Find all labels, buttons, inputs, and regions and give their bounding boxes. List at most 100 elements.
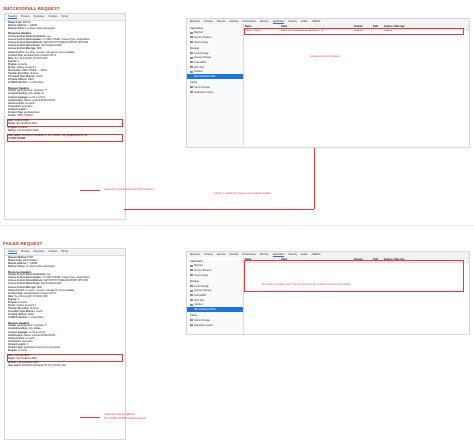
- sidebar-item-application-cache[interactable]: Application Cache: [187, 90, 243, 95]
- tab-response[interactable]: Response: [34, 15, 45, 19]
- header-key: Cache-Control:: [8, 102, 25, 105]
- header-key: Status Code:: [8, 260, 23, 263]
- header-key: Cache-Control:: [8, 289, 25, 292]
- header-value: application/x-www-form-urlencoded: [24, 347, 61, 349]
- header-key: Transfer-Encoding:: [8, 308, 30, 311]
- header-value: en-US,en;q=0.8: [28, 96, 45, 99]
- general-headers-list: Request Method: POST Status Code: 403 For…: [8, 257, 122, 269]
- header-value: ...: [26, 138, 29, 141]
- header-value: [::1]:8080: [27, 263, 38, 266]
- header-value: Tue, 22 Aug 2017 20:44:02 GMT: [14, 295, 48, 298]
- sidebar-item-label: Service Workers: [194, 268, 212, 272]
- tab-headers[interactable]: Headers: [8, 250, 18, 254]
- tab-preview[interactable]: Preview: [21, 250, 30, 254]
- header-value: gzip, deflate, br: [28, 93, 45, 96]
- header-key: Pragma:: [8, 63, 18, 66]
- note-cookie-stored: cookie is stored in browser: [310, 55, 340, 58]
- application-sidebar: Application Manifest Service Workers Clear …: [187, 24, 244, 147]
- header-value: 403 Forbidden: [22, 260, 38, 263]
- header-value: POST: [27, 257, 34, 259]
- cookie-highlight-box: [244, 28, 464, 35]
- header-key: Set-Cookie:: [8, 70, 21, 73]
- sidebar-item-clear-storage[interactable]: Clear storage: [187, 273, 243, 278]
- tab-timing[interactable]: Timing: [61, 250, 68, 254]
- header-value: http://localhost:4200: [16, 122, 37, 125]
- header-value: GET,POST,PUT,DELETE,PATCH,OPTIONS: [43, 42, 89, 45]
- storage-icon: [190, 264, 193, 267]
- request-headers-list: Accept: application/json, text/plain, */…: [8, 90, 122, 118]
- header-value: Mozilla/5.0 (Windows NT 10.0; Win64; x64…: [21, 135, 88, 138]
- storage-icon: [190, 323, 193, 326]
- header-key: X-XSS-Protection:: [8, 317, 28, 320]
- note-token-copied: xsrf/xsr is read from browsers and copie…: [214, 192, 271, 195]
- header-value: no-referrer-when-downgrade: [25, 266, 55, 269]
- header-key: Accept-Encoding:: [8, 328, 28, 331]
- token-arrow: [124, 209, 314, 210]
- header-value: Apache-Coyote/1.1: [16, 305, 37, 308]
- note-origin-different: Origin and host are different: [104, 413, 135, 416]
- sidebar-item-clear-storage[interactable]: Clear storage: [187, 40, 243, 45]
- header-value: Mozilla/5.0 (Windows NT 10.0; Win64; x64…: [21, 365, 66, 368]
- sidebar-item-label: Session Storage: [194, 56, 212, 60]
- tab-timing[interactable]: Timing: [61, 15, 68, 19]
- header-value: chunked: [29, 308, 39, 311]
- header-value: XSRF-TOKEN=...; Path=/: [21, 70, 48, 73]
- storage-icon: [190, 269, 193, 272]
- header-key: Accept-Language:: [8, 331, 29, 334]
- tab-cookies[interactable]: Cookies: [48, 15, 57, 19]
- storage-icon: [190, 61, 193, 64]
- sidebar-item-cookie-origin[interactable]: http://localhost:4200: [187, 306, 243, 312]
- storage-icon: [190, 90, 193, 93]
- header-key: Server:: [8, 67, 16, 69]
- header-value: X-XSRF-TOKEN, Content-Type, Authorizatio…: [43, 39, 90, 42]
- origin-arrow-failed: [80, 417, 100, 418]
- header-key: Cookie:: [8, 115, 17, 118]
- header-key: Access-Control-Allow-Headers:: [8, 39, 43, 42]
- sidebar-item-label: Manifest: [194, 264, 204, 268]
- storage-icon: [190, 319, 193, 322]
- header-line: User-Agent: Mozilla/5.0 (Windows NT 10.0…: [8, 365, 122, 368]
- storage-icon: [190, 40, 193, 43]
- origin-arrow: [80, 190, 100, 191]
- header-key: Access-Control-Max-Age:: [8, 48, 37, 51]
- header-line: Referrer Policy: no-referrer-when-downgr…: [8, 266, 122, 269]
- header-key: Status Code:: [8, 22, 23, 24]
- sidebar-item-label: Local Storage: [194, 51, 209, 55]
- tab-cookies[interactable]: Cookies: [48, 250, 57, 254]
- header-value: nosniff: [35, 311, 43, 314]
- sidebar-item-label: Cache Storage: [194, 318, 210, 322]
- header-key: Pragma:: [8, 302, 18, 304]
- header-value: 1; mode=block: [28, 82, 44, 85]
- sidebar-item-label: Web SQL: [194, 65, 205, 69]
- header-key: Origin:: [8, 122, 16, 125]
- header-key: Origin:: [8, 357, 16, 360]
- storage-icon: [190, 36, 193, 39]
- header-key: Access-Control-Allow-Methods:: [8, 42, 43, 45]
- sidebar-item-application-cache[interactable]: Application Cache: [187, 323, 243, 328]
- header-key: Accept-Language:: [8, 96, 29, 99]
- header-key: X-XSRF-TOKEN:: [8, 138, 26, 141]
- header-value: keep-alive: [22, 105, 33, 108]
- header-value: localhost:8080: [14, 354, 30, 357]
- storage-icon: [190, 294, 193, 297]
- section-divider: [0, 225, 474, 226]
- sidebar-item-label: Application Cache: [194, 323, 214, 327]
- sidebar-item-cookie-origin[interactable]: http://localhost:4200: [187, 73, 243, 79]
- header-key: Request Method:: [8, 257, 27, 259]
- header-value: no-cache: [25, 337, 35, 340]
- tab-preview[interactable]: Preview: [21, 15, 30, 19]
- headers-tabs: Headers Preview Response Cookies Timing: [5, 14, 125, 21]
- tab-response[interactable]: Response: [34, 250, 45, 254]
- header-key: Connection:: [8, 105, 22, 108]
- header-value: application/json;charset=UTF-8: [24, 54, 56, 57]
- storage-icon: [190, 303, 193, 306]
- tab-headers[interactable]: Headers: [8, 15, 18, 19]
- header-value: [::1]:8080: [27, 25, 38, 28]
- header-value: XSRF-TOKEN=...: [17, 115, 36, 118]
- header-value: application/json;charset=UTF-8: [24, 292, 56, 295]
- header-value: no-cache, no-store, max-age=0, must-reva…: [25, 51, 75, 54]
- header-key: Content-Length:: [8, 343, 26, 346]
- header-value: 1; mode=block: [28, 317, 44, 320]
- storage-icon: [190, 289, 193, 292]
- header-value: 0: [17, 298, 19, 301]
